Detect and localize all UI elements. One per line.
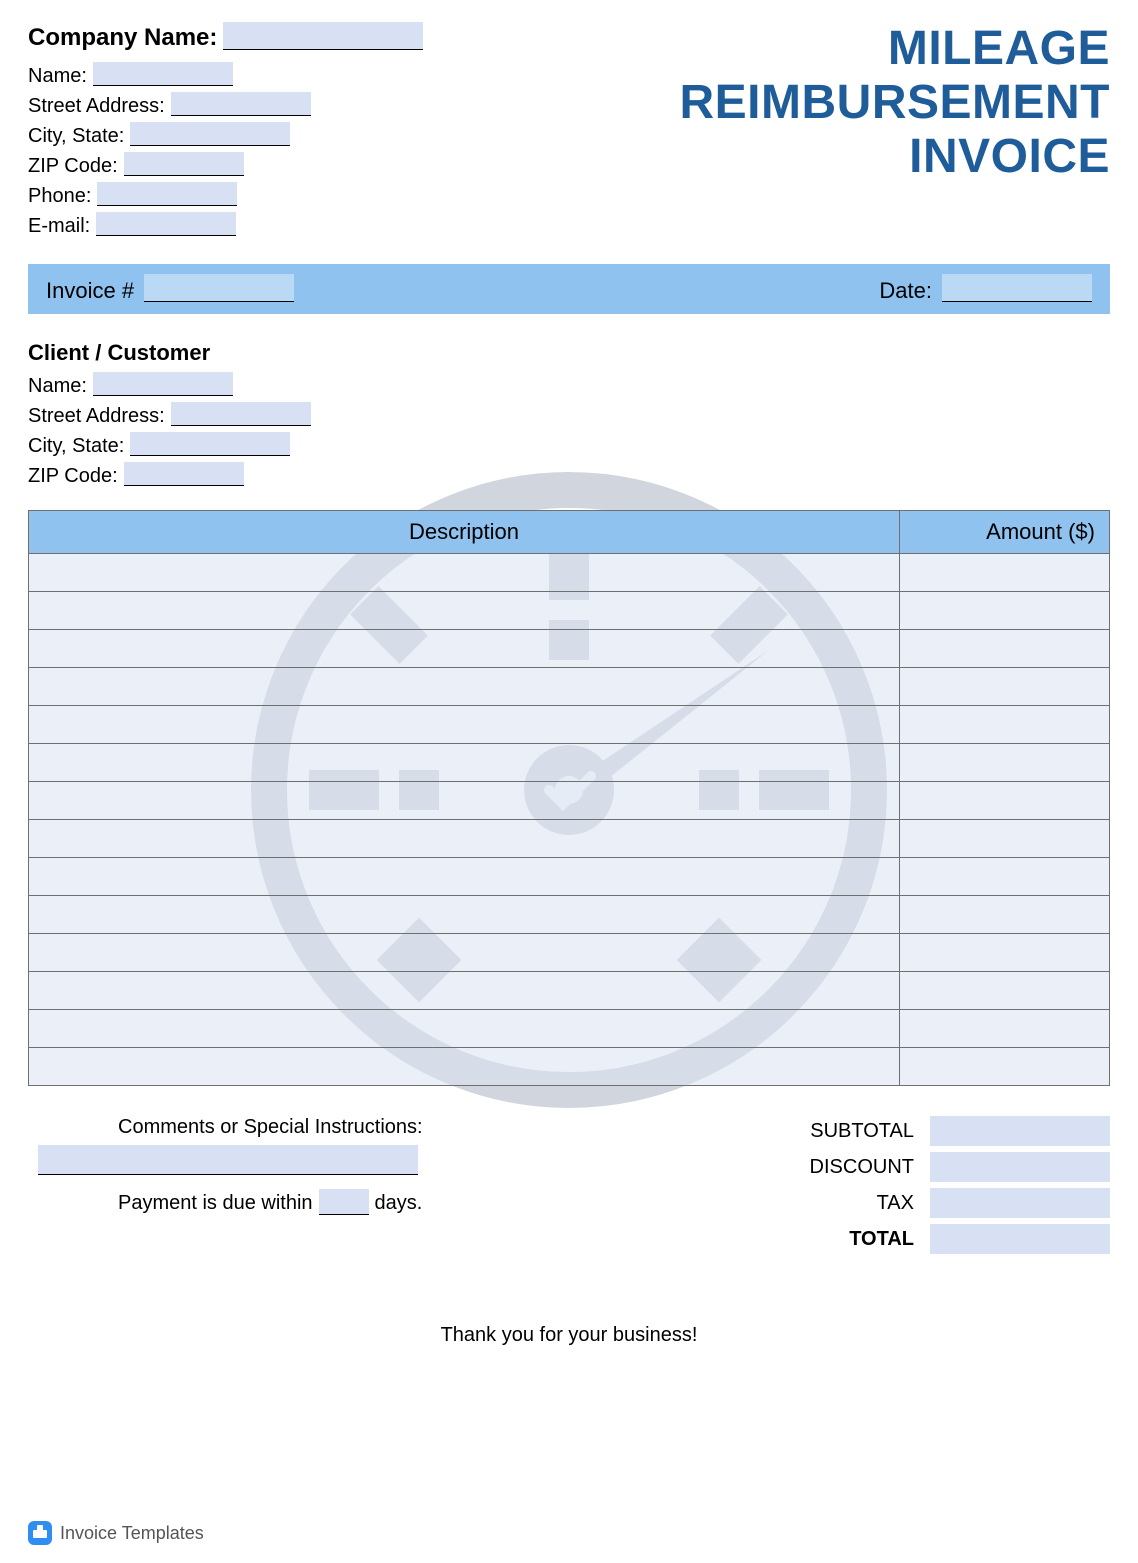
comments-heading: Comments or Special Instructions: xyxy=(118,1116,508,1139)
thank-you-message: Thank you for your business! xyxy=(28,1324,1110,1347)
table-row xyxy=(29,1048,1110,1086)
amount-cell[interactable] xyxy=(900,668,1110,706)
table-row xyxy=(29,706,1110,744)
amount-cell[interactable] xyxy=(900,706,1110,744)
description-cell[interactable] xyxy=(29,934,900,972)
description-cell[interactable] xyxy=(29,592,900,630)
totals-block: SUBTOTAL DISCOUNT TAX TOTAL xyxy=(528,1116,1110,1254)
company-name-input[interactable] xyxy=(223,22,423,50)
invoice-number-label: Invoice # xyxy=(46,278,134,304)
description-cell[interactable] xyxy=(29,554,900,592)
amount-cell[interactable] xyxy=(900,1010,1110,1048)
column-header-description: Description xyxy=(29,511,900,554)
table-row xyxy=(29,896,1110,934)
client-zip-input[interactable] xyxy=(124,462,244,486)
table-row xyxy=(29,972,1110,1010)
table-row xyxy=(29,858,1110,896)
amount-cell[interactable] xyxy=(900,858,1110,896)
payment-prefix: Payment is due within xyxy=(118,1192,313,1215)
description-cell[interactable] xyxy=(29,782,900,820)
street-label: Street Address: xyxy=(28,95,171,118)
client-name-label: Name: xyxy=(28,375,93,398)
contact-name-input[interactable] xyxy=(93,62,233,86)
company-name-label: Company Name: xyxy=(28,24,223,52)
total-label: TOTAL xyxy=(528,1228,920,1251)
amount-cell[interactable] xyxy=(900,896,1110,934)
amount-cell[interactable] xyxy=(900,1048,1110,1086)
amount-cell[interactable] xyxy=(900,630,1110,668)
table-row xyxy=(29,668,1110,706)
description-cell[interactable] xyxy=(29,858,900,896)
client-street-label: Street Address: xyxy=(28,405,171,428)
payment-suffix: days. xyxy=(375,1192,423,1215)
amount-cell[interactable] xyxy=(900,820,1110,858)
client-info-block: Client / Customer Name: Street Address: … xyxy=(28,340,1110,488)
description-cell[interactable] xyxy=(29,896,900,934)
email-label: E-mail: xyxy=(28,215,96,238)
city-state-label: City, State: xyxy=(28,125,130,148)
table-row xyxy=(29,820,1110,858)
zip-input[interactable] xyxy=(124,152,244,176)
table-row xyxy=(29,630,1110,668)
client-zip-label: ZIP Code: xyxy=(28,465,124,488)
description-cell[interactable] xyxy=(29,668,900,706)
company-info-block: Company Name: Name: Street Address: City… xyxy=(28,22,423,242)
subtotal-label: SUBTOTAL xyxy=(528,1120,920,1143)
amount-cell[interactable] xyxy=(900,782,1110,820)
email-input[interactable] xyxy=(96,212,236,236)
tax-input[interactable] xyxy=(930,1188,1110,1218)
line-items-table: Description Amount ($) xyxy=(28,510,1110,1086)
title-line-2: REIMBURSEMENT xyxy=(679,76,1110,130)
tax-label: TAX xyxy=(528,1192,920,1215)
amount-cell[interactable] xyxy=(900,972,1110,1010)
zip-label: ZIP Code: xyxy=(28,155,124,178)
invoice-date-label: Date: xyxy=(879,278,932,304)
comments-input[interactable] xyxy=(38,1145,418,1175)
payment-days-input[interactable] xyxy=(319,1189,369,1215)
amount-cell[interactable] xyxy=(900,934,1110,972)
table-row xyxy=(29,744,1110,782)
subtotal-input[interactable] xyxy=(930,1116,1110,1146)
footer-brand: Invoice Templates xyxy=(28,1521,204,1545)
footer-brand-text: Invoice Templates xyxy=(60,1523,204,1544)
column-header-amount: Amount ($) xyxy=(900,511,1110,554)
city-state-input[interactable] xyxy=(130,122,290,146)
document-title: MILEAGE REIMBURSEMENT INVOICE xyxy=(679,22,1110,183)
client-heading: Client / Customer xyxy=(28,340,1110,366)
discount-label: DISCOUNT xyxy=(528,1156,920,1179)
contact-name-label: Name: xyxy=(28,65,93,88)
client-city-state-input[interactable] xyxy=(130,432,290,456)
title-line-3: INVOICE xyxy=(679,130,1110,184)
description-cell[interactable] xyxy=(29,630,900,668)
description-cell[interactable] xyxy=(29,820,900,858)
amount-cell[interactable] xyxy=(900,744,1110,782)
table-row xyxy=(29,554,1110,592)
table-row xyxy=(29,592,1110,630)
title-line-1: MILEAGE xyxy=(679,22,1110,76)
description-cell[interactable] xyxy=(29,1048,900,1086)
phone-label: Phone: xyxy=(28,185,97,208)
invoice-number-input[interactable] xyxy=(144,274,294,302)
table-row xyxy=(29,1010,1110,1048)
description-cell[interactable] xyxy=(29,706,900,744)
description-cell[interactable] xyxy=(29,1010,900,1048)
phone-input[interactable] xyxy=(97,182,237,206)
amount-cell[interactable] xyxy=(900,592,1110,630)
discount-input[interactable] xyxy=(930,1152,1110,1182)
description-cell[interactable] xyxy=(29,972,900,1010)
client-street-input[interactable] xyxy=(171,402,311,426)
description-cell[interactable] xyxy=(29,744,900,782)
table-row xyxy=(29,934,1110,972)
amount-cell[interactable] xyxy=(900,554,1110,592)
invoice-bar: Invoice # Date: xyxy=(28,264,1110,314)
invoice-templates-logo-icon xyxy=(28,1521,52,1545)
client-city-state-label: City, State: xyxy=(28,435,130,458)
total-input[interactable] xyxy=(930,1224,1110,1254)
invoice-date-input[interactable] xyxy=(942,274,1092,302)
table-row xyxy=(29,782,1110,820)
client-name-input[interactable] xyxy=(93,372,233,396)
street-input[interactable] xyxy=(171,92,311,116)
